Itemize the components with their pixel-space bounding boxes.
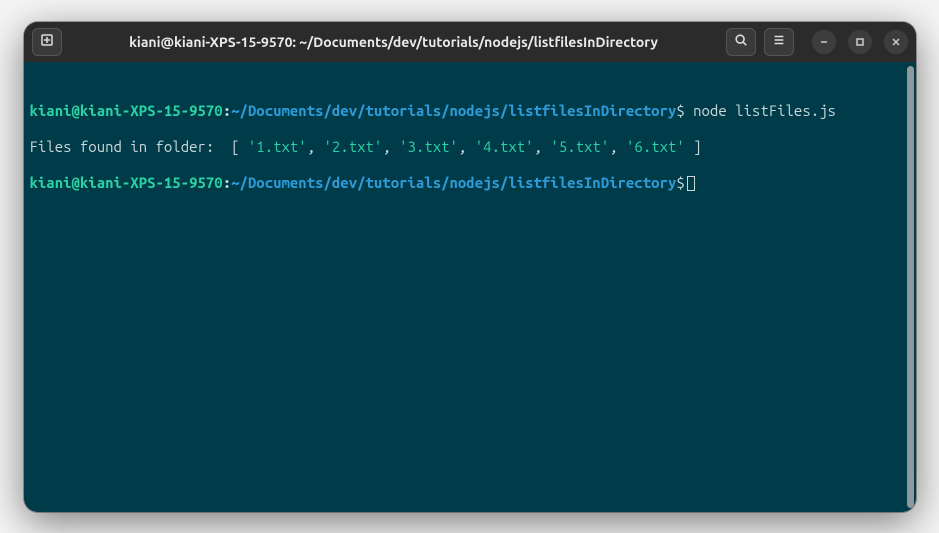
close-icon: [891, 33, 901, 51]
prompt-user: kiani@kiani-XPS-15-9570: [30, 102, 223, 119]
cursor: [687, 176, 695, 191]
command-text: node listFiles.js: [685, 102, 836, 119]
terminal-window: kiani@kiani-XPS-15-9570: ~/Documents/dev…: [24, 22, 916, 512]
prompt-dollar: $: [676, 102, 684, 119]
terminal-line: kiani@kiani-XPS-15-9570:~/Documents/dev/…: [30, 102, 910, 120]
new-tab-icon: [39, 32, 55, 52]
titlebar-right: [726, 28, 908, 56]
prompt-dollar: $: [676, 174, 684, 191]
scrollbar[interactable]: [907, 66, 914, 508]
output-file: '1.txt': [248, 138, 307, 155]
output-prefix: Files found in folder: [: [30, 138, 248, 155]
titlebar-left: [32, 28, 62, 56]
output-file: '2.txt': [324, 138, 383, 155]
output-file: '3.txt': [399, 138, 458, 155]
prompt-colon: :: [223, 102, 231, 119]
output-file: '4.txt': [475, 138, 534, 155]
search-button[interactable]: [726, 28, 756, 56]
output-suffix: ]: [685, 138, 702, 155]
minimize-button[interactable]: [812, 30, 836, 54]
terminal-line: kiani@kiani-XPS-15-9570:~/Documents/dev/…: [30, 174, 910, 192]
terminal-line: Files found in folder: [ '1.txt', '2.txt…: [30, 138, 910, 156]
output-file: '5.txt': [550, 138, 609, 155]
search-icon: [734, 33, 748, 51]
prompt-path: ~/Documents/dev/tutorials/nodejs/listfil…: [231, 102, 676, 119]
maximize-button[interactable]: [848, 30, 872, 54]
menu-button[interactable]: [764, 28, 794, 56]
maximize-icon: [855, 33, 865, 51]
window-controls: [812, 30, 908, 54]
window-title: kiani@kiani-XPS-15-9570: ~/Documents/dev…: [68, 34, 720, 50]
close-button[interactable]: [884, 30, 908, 54]
titlebar: kiani@kiani-XPS-15-9570: ~/Documents/dev…: [24, 22, 916, 62]
hamburger-icon: [772, 33, 786, 51]
prompt-colon: :: [223, 174, 231, 191]
prompt-path: ~/Documents/dev/tutorials/nodejs/listfil…: [231, 174, 676, 191]
output-file: '6.txt': [626, 138, 685, 155]
minimize-icon: [819, 33, 829, 51]
terminal-body[interactable]: kiani@kiani-XPS-15-9570:~/Documents/dev/…: [24, 62, 916, 512]
prompt-user: kiani@kiani-XPS-15-9570: [30, 174, 223, 191]
new-tab-button[interactable]: [32, 28, 62, 56]
